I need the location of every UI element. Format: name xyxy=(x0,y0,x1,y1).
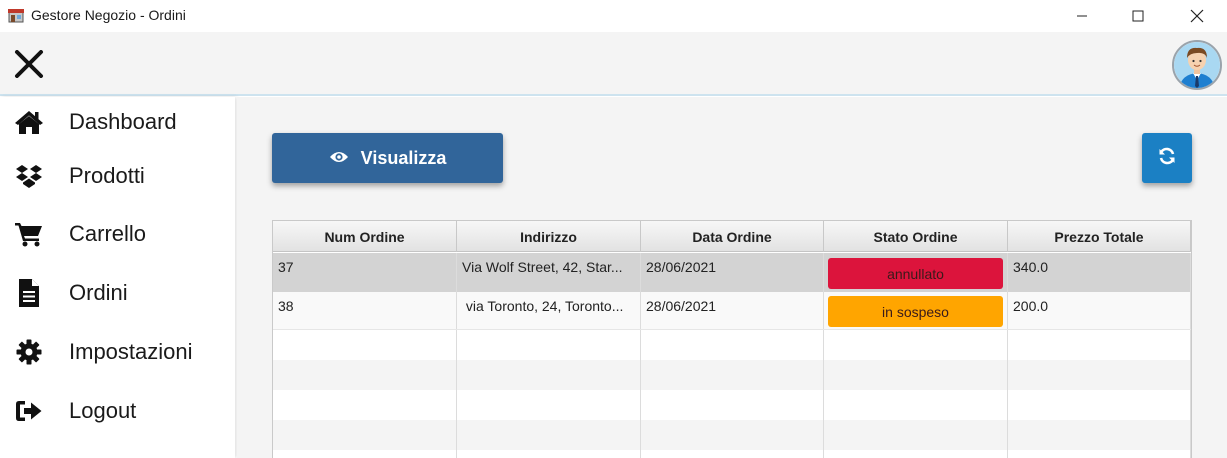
sidebar-item-impostazioni[interactable]: Impostazioni xyxy=(0,327,235,377)
view-button-label: Visualizza xyxy=(360,147,447,168)
document-icon xyxy=(14,278,44,308)
cart-icon xyxy=(14,219,44,249)
title-bar: Gestore Negozio - Ordini xyxy=(0,0,1227,32)
eye-icon xyxy=(329,148,349,169)
gear-icon xyxy=(14,337,44,367)
table-header: Num Ordine Indirizzo Data Ordine Stato O… xyxy=(273,221,1191,252)
sidebar-item-label: Impostazioni xyxy=(69,339,193,364)
order-status-cell: in sospeso xyxy=(824,292,1008,329)
order-address: Via Wolf Street, 42, Star... xyxy=(457,253,641,292)
refresh-button[interactable] xyxy=(1142,133,1192,183)
sidebar-item-prodotti[interactable]: Prodotti xyxy=(0,151,235,201)
dropbox-icon xyxy=(14,161,44,191)
window-close-button[interactable] xyxy=(1174,0,1220,32)
sidebar-item-label: Dashboard xyxy=(69,109,177,134)
table-row[interactable]: 38 via Toronto, 24, Toronto... 28/06/202… xyxy=(273,292,1191,330)
order-total: 340.0 xyxy=(1008,253,1191,292)
refresh-icon xyxy=(1158,147,1176,170)
order-number: 38 xyxy=(273,292,457,329)
view-button[interactable]: Visualizza xyxy=(272,133,503,183)
column-header[interactable]: Indirizzo xyxy=(457,221,641,252)
user-avatar[interactable] xyxy=(1172,40,1222,90)
sidebar: Dashboard Prodotti Carrello Ordini Impos… xyxy=(0,97,235,458)
order-date: 28/06/2021 xyxy=(641,253,824,292)
close-icon xyxy=(13,49,45,83)
order-address: via Toronto, 24, Toronto... xyxy=(457,292,641,329)
app-icon xyxy=(8,8,24,23)
order-date: 28/06/2021 xyxy=(641,292,824,329)
column-header[interactable]: Num Ordine xyxy=(273,221,457,252)
sidebar-item-label: Prodotti xyxy=(69,163,145,188)
sidebar-item-ordini[interactable]: Ordini xyxy=(0,268,235,318)
sidebar-item-logout[interactable]: Logout xyxy=(0,386,235,436)
sign-out-icon xyxy=(14,396,44,426)
empty-row xyxy=(273,450,1191,458)
window-title: Gestore Negozio - Ordini xyxy=(31,7,186,23)
order-status-cell: annullato xyxy=(824,253,1008,292)
close-menu-button[interactable] xyxy=(12,49,46,83)
sidebar-item-label: Logout xyxy=(69,398,137,423)
empty-row xyxy=(273,330,1191,360)
status-badge: in sospeso xyxy=(828,296,1003,327)
main-content: Visualizza Num Ordine Indirizzo Data Ord… xyxy=(237,97,1227,458)
empty-row xyxy=(273,360,1191,390)
empty-row xyxy=(273,420,1191,450)
orders-table: Num Ordine Indirizzo Data Ordine Stato O… xyxy=(272,220,1192,458)
sidebar-item-dashboard[interactable]: Dashboard xyxy=(0,97,235,147)
column-header[interactable]: Data Ordine xyxy=(641,221,824,252)
sidebar-item-label: Ordini xyxy=(69,280,128,305)
sidebar-item-carrello[interactable]: Carrello xyxy=(0,209,235,259)
order-total: 200.0 xyxy=(1008,292,1191,329)
column-header[interactable]: Prezzo Totale xyxy=(1008,221,1191,252)
status-badge: annullato xyxy=(828,258,1003,289)
minimize-button[interactable] xyxy=(1059,0,1105,32)
home-icon xyxy=(14,107,44,137)
order-number: 37 xyxy=(273,253,457,292)
column-header[interactable]: Stato Ordine xyxy=(824,221,1008,252)
table-row[interactable]: 37 Via Wolf Street, 42, Star... 28/06/20… xyxy=(273,253,1191,292)
app-header xyxy=(0,32,1227,96)
maximize-button[interactable] xyxy=(1115,0,1161,32)
sidebar-item-label: Carrello xyxy=(69,221,147,246)
empty-row xyxy=(273,390,1191,420)
